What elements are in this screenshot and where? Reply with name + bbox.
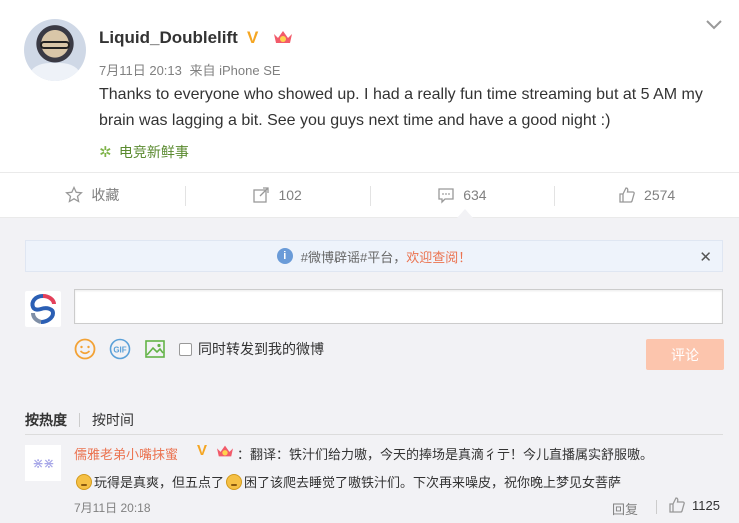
commenter-verified-badge-icon: V	[197, 442, 208, 459]
weibo-logo-icon	[30, 294, 56, 324]
comment-time: 7月11日 20:18	[74, 501, 151, 515]
emoji-face-icon	[226, 473, 243, 490]
verified-badge-icon: V	[247, 28, 259, 47]
forward-option-label: 同时转发到我的微博	[198, 341, 324, 357]
star-icon	[65, 186, 84, 203]
comment-like-count: 1125	[692, 497, 720, 513]
image-icon[interactable]	[144, 338, 166, 360]
forward-checkbox[interactable]	[179, 342, 192, 356]
comment-divider	[25, 434, 723, 435]
like-count: 2574	[644, 187, 676, 203]
favorite-button[interactable]: 收藏	[0, 173, 185, 217]
svg-text:GIF: GIF	[113, 346, 126, 355]
action-bar: 收藏 102 634 2574	[0, 172, 739, 218]
forward-count: 102	[278, 187, 302, 203]
comment-text-part-b: 困了该爬去睡觉了嗷铁汁们。下次再来噪皮，祝你晚上梦见女菩萨	[244, 475, 622, 490]
post-meta: 7月11日 20:13 来自 iPhone SE	[99, 60, 285, 79]
like-icon	[619, 187, 635, 203]
avatar-body	[30, 63, 80, 81]
gif-icon[interactable]: GIF	[109, 338, 131, 360]
avatar-glasses	[40, 41, 70, 49]
composer-tools: GIF 同时转发到我的微博	[74, 338, 324, 360]
like-button[interactable]: 2574	[554, 173, 739, 217]
emoji-face-icon	[76, 473, 92, 490]
flower-icon: ✲	[99, 144, 112, 161]
commenter-avatar[interactable]: ⋇⋇	[25, 445, 61, 481]
comment-text-line1: ：翻译：铁汁们给力嗷，今天的捧场是真滴彳亍！今儿直播属实舒服嗷。	[237, 447, 654, 462]
comment-sort: 按热度 按时间	[25, 410, 134, 430]
favorite-label: 收藏	[91, 187, 120, 203]
my-avatar[interactable]	[25, 291, 61, 327]
reply-like-divider	[656, 500, 657, 514]
commenter-crown-icon	[217, 445, 233, 457]
active-tab-caret	[457, 209, 473, 218]
comment-input[interactable]	[74, 289, 723, 324]
rumor-notice-bar: i #微博辟谣#平台， 欢迎查阅！ ✕	[25, 240, 723, 272]
info-icon: i	[276, 248, 293, 264]
comment-icon	[438, 188, 454, 204]
author-name[interactable]: Liquid_Doublelift	[99, 28, 238, 48]
comment-text-line2: 玩得是真爽，但五点了 困了该爬去睡觉了嗷铁汁们。下次再来噪皮，祝你晚上梦见女菩萨	[74, 472, 621, 491]
author-avatar[interactable]	[24, 19, 86, 81]
comment-text-part-a: 玩得是真爽，但五点了	[94, 475, 225, 490]
forward-button[interactable]: 102	[184, 173, 370, 217]
sort-by-hot-tab[interactable]: 按热度	[25, 410, 67, 430]
sort-divider	[79, 413, 80, 427]
post-text: Thanks to everyone who showed up. I had …	[99, 86, 703, 129]
forward-option[interactable]: 同时转发到我的微博	[179, 339, 324, 359]
post-source: 来自 iPhone SE	[189, 63, 281, 78]
reply-button[interactable]: 回复	[612, 499, 638, 518]
close-icon[interactable]: ✕	[699, 248, 712, 266]
smiley-icon[interactable]	[74, 338, 96, 360]
forward-icon	[253, 187, 270, 203]
like-icon	[669, 497, 685, 513]
chevron-down-icon[interactable]	[704, 18, 724, 32]
comment-count: 634	[463, 187, 487, 203]
notice-text: #微博辟谣#平台，	[300, 249, 407, 265]
topic-link[interactable]: ✲ 电竞新鲜事	[99, 142, 189, 162]
comment-panel: i #微博辟谣#平台， 欢迎查阅！ ✕ GIF 同时转发到我的微博 评论 按热度…	[0, 218, 739, 523]
sort-by-time-tab[interactable]: 按时间	[92, 410, 134, 430]
comment-like-button[interactable]: 1125	[656, 496, 720, 514]
post-date[interactable]: 7月11日 20:13	[99, 63, 182, 78]
crown-icon	[274, 31, 292, 43]
submit-comment-button[interactable]: 评论	[646, 339, 724, 370]
notice-link[interactable]: 欢迎查阅！	[406, 247, 471, 266]
weibo-post: Liquid_Doublelift V 7月11日 20:13 来自 iPhon…	[0, 0, 739, 172]
commenter-name[interactable]: 儒雅老弟小嘴抹蜜	[74, 444, 178, 463]
topic-label: 电竞新鲜事	[118, 144, 189, 160]
